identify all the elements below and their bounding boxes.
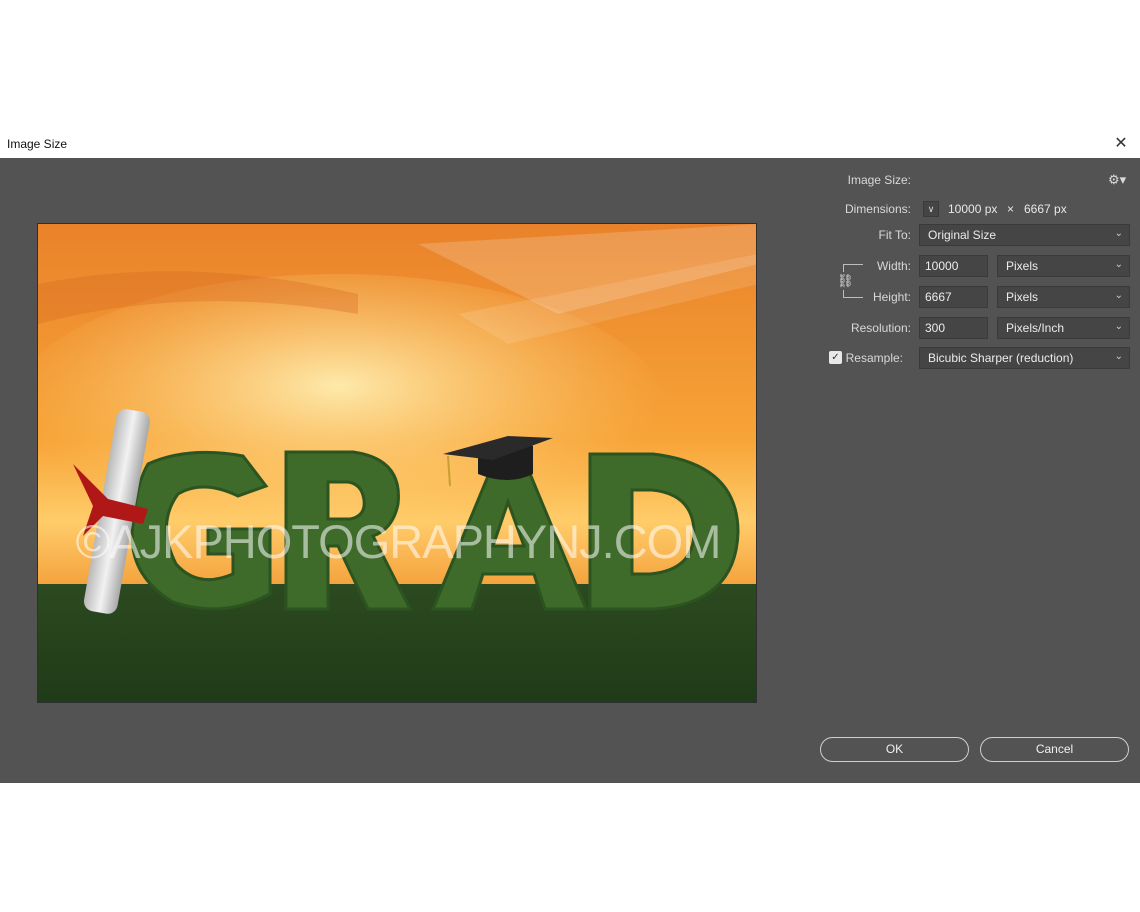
image-size-heading: Image Size: [847,173,911,187]
link-icon[interactable]: ⛓ [837,272,854,290]
fit-to-select[interactable]: Original Size ⌄ [919,224,1130,246]
resample-select[interactable]: Bicubic Sharper (reduction) ⌄ [919,347,1130,369]
cancel-button[interactable]: Cancel [980,737,1129,762]
dialog-title: Image Size [7,137,68,151]
resample-value: Bicubic Sharper (reduction) [928,351,1074,365]
width-label: Width: [876,259,911,273]
image-preview[interactable]: ©AJKPHOTOGRAPHYNJ.COM [37,223,757,703]
dimensions-height: 6667 px [1024,202,1067,216]
image-size-dialog: ©AJKPHOTOGRAPHYNJ.COM Image Size: ⚙▾ Dim… [0,158,1140,783]
resolution-unit-select[interactable]: Pixels/Inch ⌄ [997,317,1130,339]
dimensions-label: Dimensions: [844,202,911,216]
chevron-down-icon: ⌄ [1114,290,1123,301]
chevron-down-icon: ⌄ [1114,259,1123,270]
fit-to-value: Original Size [928,228,997,242]
dimensions-separator: × [1007,202,1015,216]
height-input[interactable] [919,286,988,308]
gear-icon[interactable]: ⚙▾ [1108,172,1126,188]
resample-label: Resample: [845,351,903,365]
chevron-down-icon: ⌄ [1114,228,1123,239]
preview-image [38,224,756,702]
width-unit-select[interactable]: Pixels ⌄ [997,255,1130,277]
fit-to-label: Fit To: [878,228,911,242]
resolution-unit-value: Pixels/Inch [1006,321,1065,335]
ok-button[interactable]: OK [820,737,969,762]
close-icon[interactable]: ✕ [1112,135,1130,153]
width-input[interactable] [919,255,988,277]
width-unit-value: Pixels [1006,259,1039,273]
height-unit-value: Pixels [1006,290,1039,304]
resolution-input[interactable] [919,317,988,339]
chevron-down-icon[interactable]: ∨ [923,201,939,217]
chevron-down-icon: ⌄ [1114,351,1123,362]
chevron-down-icon: ⌄ [1114,321,1123,332]
resolution-label: Resolution: [850,321,911,335]
watermark: ©AJKPHOTOGRAPHYNJ.COM [75,515,722,568]
height-unit-select[interactable]: Pixels ⌄ [997,286,1130,308]
dimensions-width: 10000 px [948,202,998,216]
title-bar: Image Size ✕ [0,130,1140,158]
height-label: Height: [872,290,911,304]
